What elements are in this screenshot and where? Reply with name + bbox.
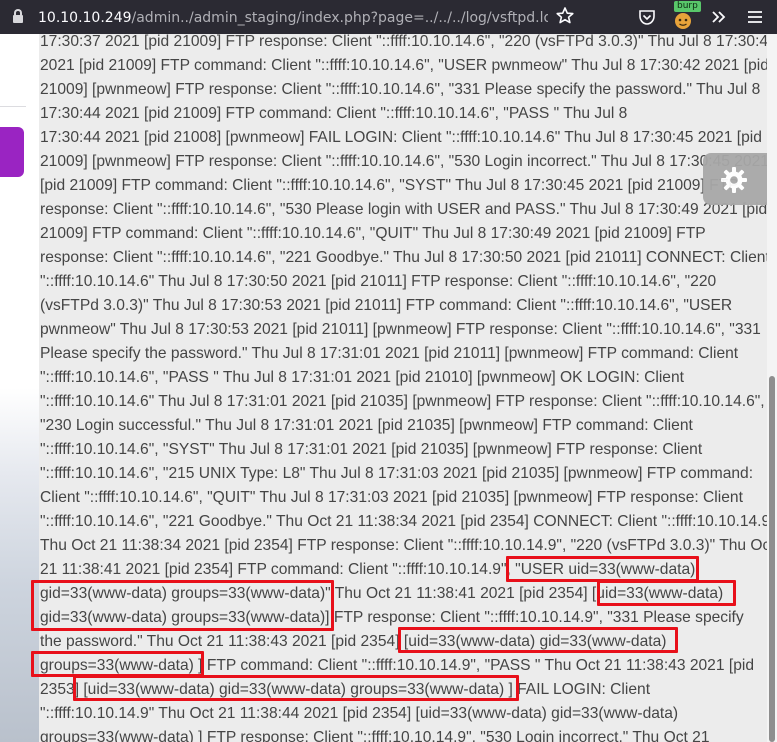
log-line: response: Client "::ffff:10.10.14.6", "5… [40,201,767,218]
background-divider [0,106,26,107]
log-line: pwnmeow" Thu Jul 8 17:30:53 2021 [pid 21… [40,321,761,338]
log-line: "::ffff:10.10.14.6", "PASS " Thu Jul 8 1… [40,369,684,386]
highlight-box [506,556,699,582]
log-line: 21009] [pwnmeow] FTP response: Client ":… [40,153,767,170]
menu-icon[interactable] [744,6,766,28]
log-line: 21009] [pwnmeow] FTP response: Client ":… [40,81,761,98]
log-line: "::ffff:10.10.14.6" Thu Jul 8 17:30:50 2… [40,273,717,290]
highlight-box [73,675,519,701]
scrollbar[interactable] [767,34,777,742]
browser-toolbar: 10.10.10.249/admin../admin_staging/index… [0,0,777,34]
highlight-box [597,580,736,606]
log-line: "230 Login successful." Thu Jul 8 17:31:… [40,417,693,434]
lock-icon[interactable] [13,9,23,23]
overflow-chevrons-icon[interactable] [708,6,730,28]
url-host: 10.10.10.249 [38,10,132,26]
highlight-box [398,627,678,653]
url-path: /admin../admin_staging/index.php?page=..… [131,10,548,26]
highlight-box [31,651,204,677]
log-line: Please specify the password." Thu Jul 8 … [40,345,739,362]
extension-icon[interactable] [672,9,694,31]
log-line: Thu Oct 21 11:38:34 2021 [pid 2354] FTP … [40,537,767,554]
pocket-icon[interactable] [636,6,658,28]
scrollbar-thumb[interactable] [769,376,775,742]
log-line: "::ffff:10.10.14.6", "215 UNIX Type: L8"… [40,465,754,482]
settings-button[interactable] [703,153,767,205]
log-line: 21009] FTP command: Client "::ffff:10.10… [40,225,706,242]
star-icon[interactable] [554,5,576,27]
gear-icon [721,167,747,193]
address-bar[interactable]: 10.10.10.249/admin../admin_staging/index… [38,8,548,28]
log-line: "::ffff:10.10.14.9" Thu Oct 21 11:38:44 … [40,705,679,722]
log-line: Client "::ffff:10.10.14.6", "QUIT" Thu J… [40,489,743,506]
log-line: [pid 21009] FTP command: Client "::ffff:… [40,177,739,194]
log-line: 2021 [pid 21009] FTP command: Client "::… [40,57,767,74]
log-line: "::ffff:10.10.14.6" Thu Jul 8 17:31:01 2… [40,393,765,410]
highlight-box [31,580,334,631]
log-line: (vsFTPd 3.0.3)" Thu Jul 8 17:30:53 2021 … [40,297,733,314]
log-line: 17:30:44 2021 [pid 21008] [pwnmeow] FAIL… [40,129,762,146]
log-line: response: Client "::ffff:10.10.14.6", "2… [40,249,767,266]
log-line: "::ffff:10.10.14.6", "221 Goodbye." Thu … [40,513,767,530]
log-line: groups=33(www-data) ] FTP response: Clie… [40,729,710,742]
log-line: 17:30:37 2021 [pid 21009] FTP response: … [40,34,767,50]
background-purple-button[interactable] [0,127,24,177]
log-line: 17:30:44 2021 [pid 21009] FTP command: C… [40,105,628,122]
log-line: "::ffff:10.10.14.6", "SYST" Thu Jul 8 17… [40,441,703,458]
